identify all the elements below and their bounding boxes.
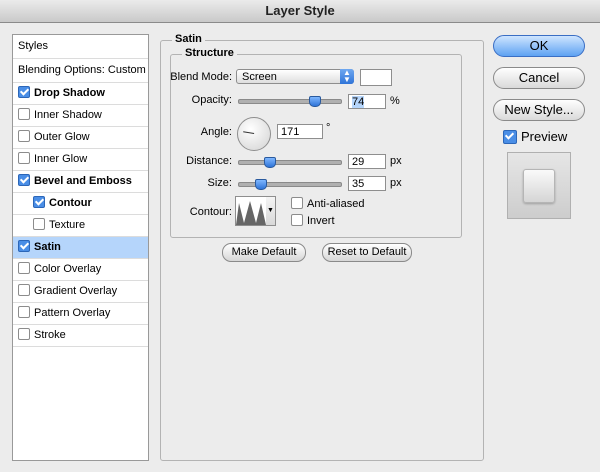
- texture-checkbox[interactable]: [33, 218, 45, 231]
- opacity-unit: %: [390, 95, 400, 107]
- style-item-label: Color Overlay: [34, 263, 102, 275]
- structure-group-title: Structure: [182, 47, 237, 59]
- bevel-emboss-checkbox[interactable]: [18, 174, 30, 187]
- opacity-slider[interactable]: [238, 96, 342, 107]
- contour-label: Contour:: [189, 206, 232, 218]
- inner-glow-checkbox[interactable]: [18, 152, 30, 165]
- invert-checkbox[interactable]: [291, 214, 303, 227]
- style-item-label: Inner Glow: [34, 153, 88, 165]
- style-item-outer-glow[interactable]: Outer Glow: [13, 127, 148, 149]
- make-default-button[interactable]: Make Default: [222, 243, 306, 262]
- style-item-pattern-overlay[interactable]: Pattern Overlay: [13, 303, 148, 325]
- style-preview: [507, 152, 571, 219]
- stroke-checkbox[interactable]: [18, 328, 30, 341]
- style-item-texture[interactable]: Texture: [13, 215, 148, 237]
- opacity-field[interactable]: 74: [348, 94, 386, 109]
- style-item-label: Outer Glow: [34, 131, 90, 143]
- inner-shadow-checkbox[interactable]: [18, 108, 30, 121]
- style-item-inner-shadow[interactable]: Inner Shadow: [13, 105, 148, 127]
- contour-dropdown-icon[interactable]: ▼: [266, 196, 276, 226]
- contour-curve-icon: [236, 201, 266, 225]
- invert-label: Invert: [307, 215, 335, 227]
- blend-mode-select[interactable]: Screen ▲ ▼: [236, 69, 354, 84]
- size-unit: px: [390, 177, 402, 189]
- styles-header[interactable]: Styles: [13, 35, 148, 59]
- opacity-slider-thumb[interactable]: [309, 96, 322, 107]
- styles-list: Styles Blending Options: Custom Drop Sha…: [12, 34, 149, 461]
- style-item-color-overlay[interactable]: Color Overlay: [13, 259, 148, 281]
- anti-aliased-checkbox[interactable]: [291, 197, 303, 210]
- contour-checkbox[interactable]: [33, 196, 45, 209]
- preview-label: Preview: [521, 129, 568, 144]
- angle-needle: [243, 131, 255, 134]
- style-item-label: Pattern Overlay: [34, 307, 111, 319]
- opacity-label: Opacity:: [191, 94, 232, 106]
- angle-field[interactable]: 171: [277, 124, 323, 139]
- distance-slider-thumb[interactable]: [263, 157, 276, 168]
- ok-button[interactable]: OK: [493, 35, 585, 57]
- angle-unit: °: [326, 122, 331, 134]
- style-item-bevel-emboss[interactable]: Bevel and Emboss: [13, 171, 148, 193]
- satin-group-title: Satin: [172, 33, 205, 45]
- new-style-button[interactable]: New Style...: [493, 99, 585, 121]
- reset-default-button[interactable]: Reset to Default: [322, 243, 412, 262]
- blend-mode-label: Blend Mode:: [170, 71, 232, 83]
- outer-glow-checkbox[interactable]: [18, 130, 30, 143]
- styles-header-label: Styles: [18, 40, 48, 52]
- blend-mode-value: Screen: [242, 71, 277, 83]
- distance-value: 29: [352, 156, 365, 168]
- style-item-label: Gradient Overlay: [34, 285, 118, 297]
- style-item-label: Drop Shadow: [34, 87, 105, 99]
- size-value: 35: [352, 178, 365, 190]
- pattern-overlay-checkbox[interactable]: [18, 306, 30, 319]
- blending-options[interactable]: Blending Options: Custom: [13, 59, 148, 83]
- cancel-button[interactable]: Cancel: [493, 67, 585, 89]
- window-title: Layer Style: [0, 0, 600, 23]
- style-item-label: Satin: [34, 241, 61, 253]
- color-overlay-checkbox[interactable]: [18, 262, 30, 275]
- contour-preview[interactable]: [235, 196, 267, 226]
- anti-aliased-label: Anti-aliased: [307, 198, 365, 210]
- angle-dial[interactable]: [237, 117, 271, 151]
- gradient-overlay-checkbox[interactable]: [18, 284, 30, 297]
- distance-label: Distance:: [186, 155, 232, 167]
- preview-checkbox[interactable]: [503, 129, 517, 144]
- size-label: Size:: [207, 177, 232, 189]
- anti-aliased-option[interactable]: Anti-aliased: [291, 197, 365, 210]
- blending-options-label: Blending Options: Custom: [18, 64, 146, 76]
- style-item-drop-shadow[interactable]: Drop Shadow: [13, 83, 148, 105]
- drop-shadow-checkbox[interactable]: [18, 86, 30, 99]
- style-item-label: Inner Shadow: [34, 109, 102, 121]
- style-item-label: Contour: [49, 197, 92, 209]
- style-item-inner-glow[interactable]: Inner Glow: [13, 149, 148, 171]
- size-slider-thumb[interactable]: [255, 179, 268, 190]
- preview-thumbnail: [523, 169, 555, 203]
- style-item-contour[interactable]: Contour: [13, 193, 148, 215]
- satin-checkbox[interactable]: [18, 240, 30, 253]
- style-item-satin[interactable]: Satin: [13, 237, 148, 259]
- style-item-stroke[interactable]: Stroke: [13, 325, 148, 347]
- style-item-gradient-overlay[interactable]: Gradient Overlay: [13, 281, 148, 303]
- style-item-label: Texture: [49, 219, 86, 231]
- satin-color-swatch[interactable]: [360, 69, 392, 86]
- opacity-value: 74: [352, 96, 365, 108]
- updown-arrow-icon: ▲ ▼: [340, 69, 354, 84]
- distance-unit: px: [390, 155, 402, 167]
- style-item-label: Bevel and Emboss: [34, 175, 132, 187]
- distance-field[interactable]: 29: [348, 154, 386, 169]
- preview-option[interactable]: Preview: [503, 129, 567, 145]
- style-item-label: Stroke: [34, 329, 66, 341]
- invert-option[interactable]: Invert: [291, 214, 335, 227]
- angle-label: Angle:: [200, 126, 232, 138]
- angle-value: 171: [281, 126, 300, 138]
- size-slider[interactable]: [238, 179, 342, 190]
- size-field[interactable]: 35: [348, 176, 386, 191]
- distance-slider[interactable]: [238, 157, 342, 168]
